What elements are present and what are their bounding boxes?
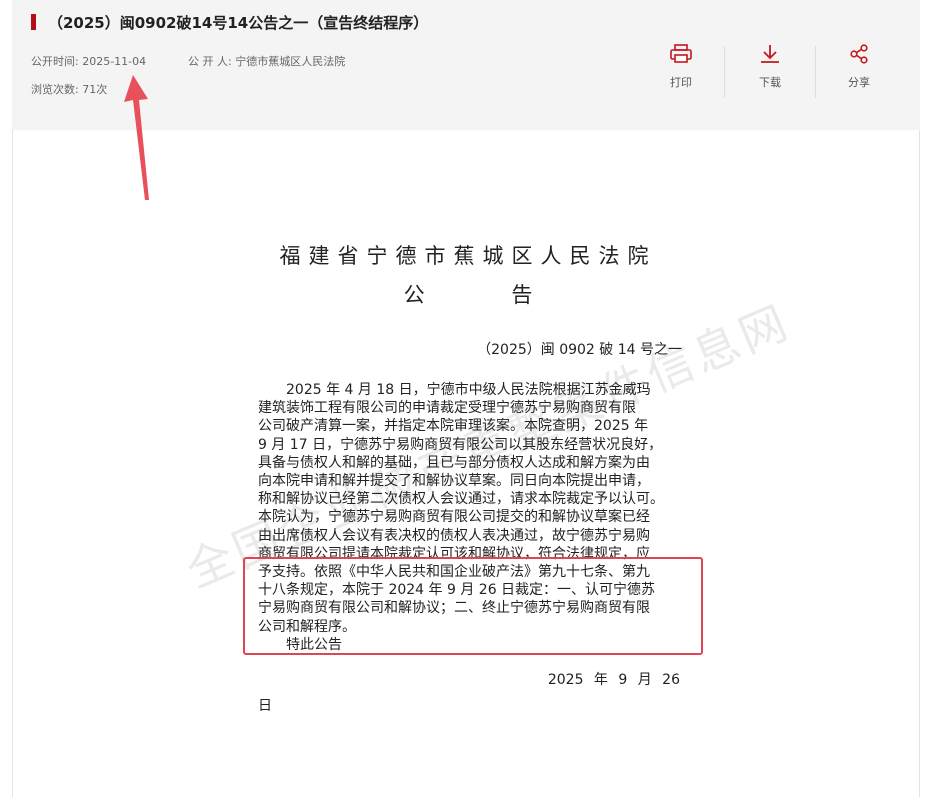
publisher-label: 公 开 人: [188, 55, 232, 68]
body-line: 公司破产清算一案，并指定本院审理该案。本院查明，2025 年 [258, 418, 649, 435]
publish-time: 公开时间: 2025-11-04 [31, 53, 146, 69]
download-label: 下载 [759, 76, 781, 89]
case-number: （2025）闽 0902 破 14 号之一 [477, 342, 682, 358]
publish-time-label: 公开时间: [31, 55, 79, 68]
notice-header: （2025）闽0902破14号14公告之一（宣告终结程序） 公开时间: 2025… [12, 0, 920, 130]
court-name: 福建省宁德市蕉城区人民法院 [279, 244, 657, 268]
body-line: 具备与债权人和解的基础，且已与部分债权人达成和解方案为由 [258, 454, 650, 471]
download-button[interactable]: 下载 [740, 44, 800, 90]
page-title: （2025）闽0902破14号14公告之一（宣告终结程序） [48, 14, 429, 32]
printer-icon [670, 44, 692, 63]
print-button[interactable]: 打印 [651, 44, 711, 90]
publisher-value: 宁德市蕉城区人民法院 [235, 55, 346, 68]
action-divider [724, 46, 725, 98]
body-line: 由出席债权人会议有表决权的债权人表决通过，故宁德苏宁易购 [258, 527, 650, 544]
publisher: 公 开 人: 宁德市蕉城区人民法院 [188, 53, 345, 69]
body-line: 建筑装饰工程有限公司的申请裁定受理宁德苏宁易购商贸有限 [258, 400, 636, 417]
notice-date: 2025 年 9 月 26 [547, 672, 680, 688]
notice-date-tail: 日 [258, 698, 272, 714]
action-divider [815, 46, 816, 98]
notice-heading: 公 告 [403, 283, 573, 307]
view-count: 浏览次数: 71次 [31, 81, 107, 97]
title-accent-bar [31, 14, 36, 30]
share-button[interactable]: 分享 [829, 44, 889, 90]
publish-time-value: 2025-11-04 [82, 55, 147, 68]
highlight-box [243, 557, 703, 655]
body-line: 向本院申请和解并提交了和解协议草案。同日向本院提出申请， [258, 473, 650, 490]
body-line: 本院认为，宁德苏宁易购商贸有限公司提交的和解协议草案已经 [258, 509, 650, 526]
share-icon [850, 44, 868, 64]
body-line: 2025 年 4 月 18 日，宁德市中级人民法院根据江苏金威玛 [258, 382, 651, 398]
view-count-value: 71次 [82, 83, 108, 96]
share-label: 分享 [848, 76, 870, 89]
download-icon [761, 45, 779, 63]
print-label: 打印 [670, 76, 692, 89]
view-count-label: 浏览次数: [31, 83, 79, 96]
body-line: 9 月 17 日，宁德苏宁易购商贸有限公司以其股东经营状况良好， [258, 436, 663, 453]
body-line: 称和解协议已经第二次债权人会议通过，请求本院裁定予以认可。 [258, 491, 664, 508]
